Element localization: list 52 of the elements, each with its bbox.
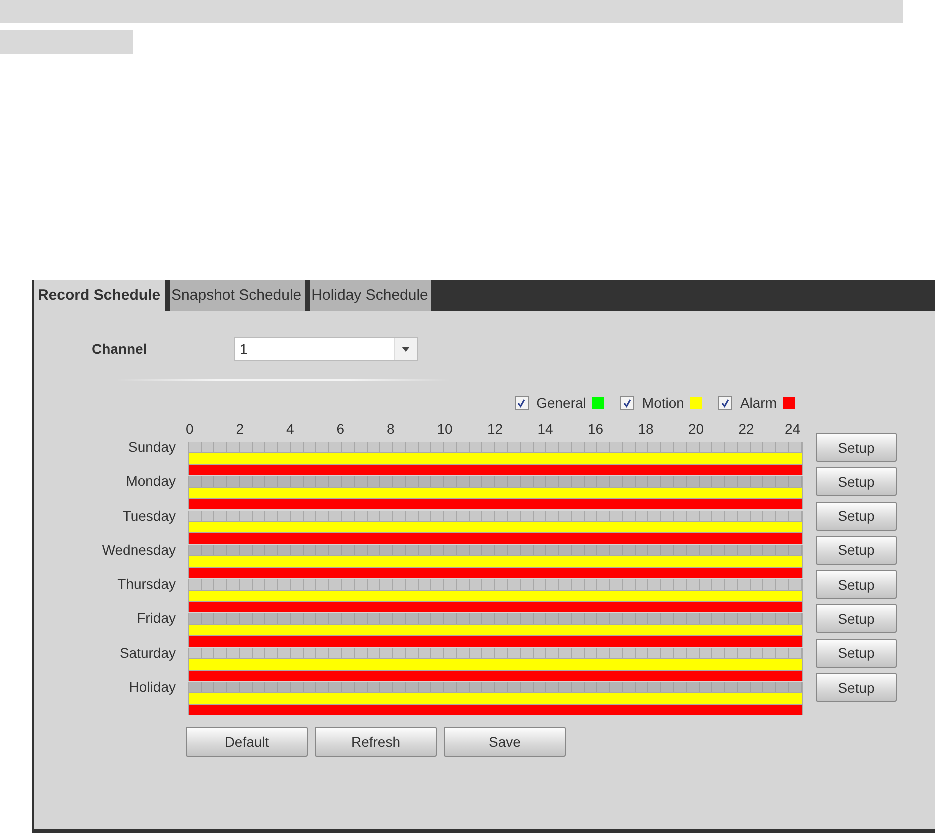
dropdown-arrow-icon (402, 346, 410, 352)
day-label: Saturday (118, 644, 177, 661)
channel-dropdown[interactable]: 1 (234, 337, 418, 361)
checkbox[interactable] (620, 396, 634, 410)
action-button[interactable]: Refresh (315, 727, 437, 758)
schedule-grid[interactable] (188, 476, 803, 510)
schedule-grid[interactable] (188, 442, 803, 476)
hour-label: 0 (186, 421, 194, 437)
day-label: Holiday (128, 679, 177, 696)
action-button[interactable]: Default (186, 727, 308, 758)
setup-button[interactable]: Setup (816, 673, 897, 702)
schedule-grid[interactable] (188, 682, 803, 716)
setup-button[interactable]: Setup (816, 433, 897, 462)
day-label: Thursday (116, 576, 177, 592)
setup-button[interactable]: Setup (816, 467, 897, 496)
schedule-grid[interactable] (188, 544, 803, 578)
hour-label: 16 (588, 421, 604, 437)
hour-label: 14 (538, 421, 554, 437)
hour-label: 22 (738, 421, 754, 437)
schedule-grid[interactable] (188, 613, 803, 647)
hour-label: 24 (785, 421, 801, 437)
hour-label: 20 (688, 421, 704, 437)
hour-label: 4 (286, 421, 294, 437)
legend-label: Motion (642, 395, 684, 411)
day-label: Friday (136, 610, 177, 626)
setup-button[interactable]: Setup (816, 536, 897, 565)
hour-label: 8 (387, 421, 395, 437)
hour-label: 10 (437, 421, 453, 437)
tab[interactable]: Snapshot Schedule (170, 280, 305, 311)
legend-label: General (536, 395, 586, 411)
schedule-grid[interactable] (188, 510, 803, 544)
checkbox[interactable] (718, 396, 732, 410)
channel-label: Channel (91, 341, 148, 357)
hour-label: 18 (638, 421, 654, 437)
tab[interactable]: Holiday Schedule (310, 280, 432, 311)
setup-button[interactable]: Setup (816, 502, 897, 531)
setup-button[interactable]: Setup (816, 638, 897, 668)
action-button[interactable]: Save (444, 727, 566, 758)
day-label: Tuesday (122, 508, 177, 524)
tab[interactable]: Record Schedule (34, 280, 165, 311)
day-label: Wednesday (101, 542, 177, 558)
setup-button[interactable]: Setup (816, 570, 897, 600)
hour-label: 12 (488, 421, 504, 437)
hour-label: 6 (336, 421, 345, 437)
schedule-grid[interactable] (188, 579, 803, 612)
day-label: Sunday (128, 439, 177, 455)
hour-label: 2 (236, 421, 244, 437)
schedule-grid[interactable] (188, 648, 803, 681)
legend-label: Alarm (740, 395, 777, 411)
setup-button[interactable]: Setup (816, 604, 897, 634)
day-label: Monday (125, 473, 177, 490)
checkbox[interactable] (514, 396, 529, 410)
